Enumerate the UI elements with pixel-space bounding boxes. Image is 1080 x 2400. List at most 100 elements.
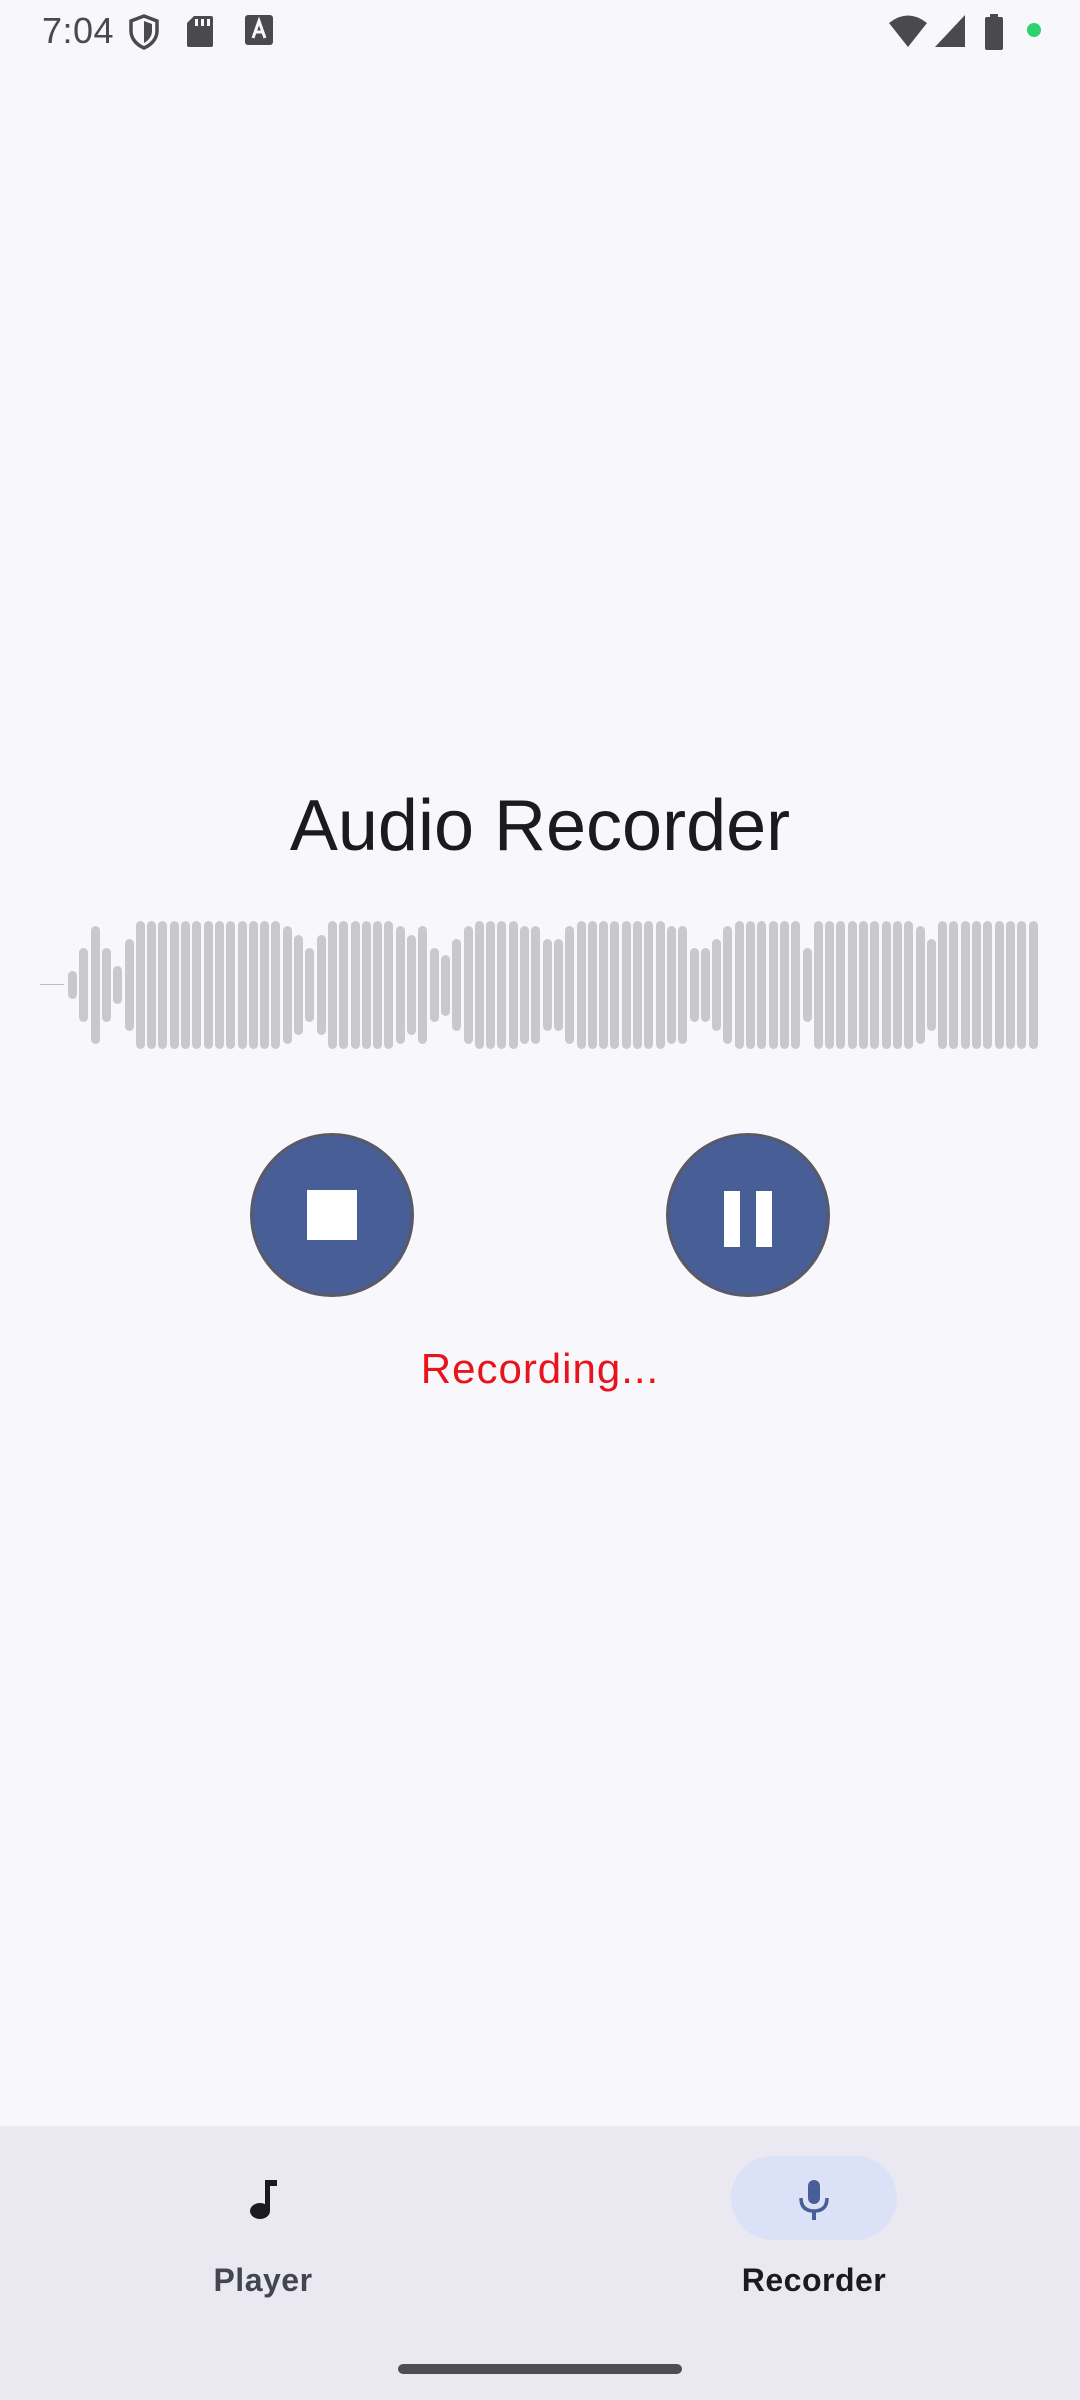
waveform-bar: [125, 939, 134, 1031]
pause-button[interactable]: [666, 1133, 830, 1297]
signal-icon: [935, 15, 965, 47]
waveform-bar: [373, 921, 382, 1049]
recording-status: Recording...: [420, 1345, 660, 1392]
waveform-bar: [68, 971, 77, 999]
waveform-bar: [723, 926, 732, 1044]
waveform-bar: [452, 939, 461, 1031]
waveform-bar: [995, 921, 1004, 1049]
waveform-bar: [656, 921, 665, 1049]
waveform-bar: [407, 935, 416, 1035]
waveform-bar: [565, 926, 574, 1044]
waveform-bar: [305, 948, 314, 1022]
waveform-bar: [181, 921, 190, 1049]
pause-icon-left-bar: [724, 1191, 740, 1247]
pause-icon-right-bar: [756, 1191, 772, 1247]
waveform-bar: [667, 926, 676, 1044]
waveform-bar: [509, 921, 518, 1049]
waveform-bar: [158, 921, 167, 1049]
waveform-bar: [271, 921, 280, 1049]
shield-icon: [129, 14, 159, 50]
waveform-bar: [497, 921, 506, 1049]
waveform-bar: [531, 926, 540, 1044]
nav-item-player[interactable]: Player: [143, 2156, 383, 2316]
waveform-bar: [1029, 921, 1038, 1049]
waveform-bar: [588, 921, 597, 1049]
waveform-bar: [283, 926, 292, 1044]
waveform-bar: [859, 921, 868, 1049]
waveform-bar: [486, 921, 495, 1049]
waveform-bar: [215, 921, 224, 1049]
waveform-bar: [836, 921, 845, 1049]
waveform-bar: [622, 921, 631, 1049]
wifi-icon: [889, 15, 927, 47]
waveform-bar: [328, 921, 337, 1049]
status-time: 7:04: [42, 10, 115, 51]
bottom-navigation: Player Recorder: [0, 2126, 1080, 2400]
waveform-bar: [791, 921, 800, 1049]
waveform-bar: [204, 921, 213, 1049]
waveform-bar: [91, 926, 100, 1044]
waveform-bar: [294, 935, 303, 1035]
waveform-bar: [362, 921, 371, 1049]
nav-label-recorder: Recorder: [741, 2262, 887, 2298]
waveform-bar: [418, 926, 427, 1044]
waveform-bar: [644, 921, 653, 1049]
waveform-bar: [916, 926, 925, 1044]
waveform-bar: [633, 921, 642, 1049]
waveform-bar: [577, 921, 586, 1049]
mic-icon: [799, 2180, 829, 2220]
waveform-bar: [870, 921, 879, 1049]
waveform-bar: [464, 926, 473, 1044]
waveform-bar: [769, 921, 778, 1049]
waveform-bar: [1017, 921, 1026, 1049]
waveform-bar: [554, 939, 563, 1031]
sd-card-icon: [187, 16, 213, 47]
waveform-bar: [249, 921, 258, 1049]
waveform-bar: [983, 921, 992, 1049]
waveform-bar: [543, 939, 552, 1031]
waveform-bar: [520, 926, 529, 1044]
waveform-bar: [893, 921, 902, 1049]
stop-button[interactable]: [250, 1133, 414, 1297]
waveform-bar: [113, 966, 122, 1004]
stop-icon: [307, 1190, 357, 1240]
waveform-bar: [147, 921, 156, 1049]
waveform-bar: [441, 955, 450, 1016]
waveform-baseline: [40, 984, 64, 985]
waveform-bar: [102, 948, 111, 1022]
waveform-bar: [972, 921, 981, 1049]
home-indicator[interactable]: [398, 2364, 682, 2374]
waveform-bar: [701, 948, 710, 1022]
waveform-bar: [848, 921, 857, 1049]
waveform-bar: [238, 921, 247, 1049]
waveform-bar: [780, 921, 789, 1049]
waveform-bar: [882, 921, 891, 1049]
nav-label-player: Player: [213, 2262, 313, 2298]
waveform-bar: [351, 921, 360, 1049]
waveform-bar: [384, 921, 393, 1049]
waveform-bar: [79, 948, 88, 1022]
waveform-bar: [949, 921, 958, 1049]
waveform-bar: [430, 948, 439, 1022]
waveform-bar: [170, 921, 179, 1049]
waveform-bar: [757, 921, 766, 1049]
waveform-bar: [396, 926, 405, 1044]
waveform-bar: [961, 921, 970, 1049]
waveform-bar: [136, 921, 145, 1049]
waveform-bar: [678, 926, 687, 1044]
waveform-bar: [690, 948, 699, 1022]
waveform-bar: [814, 921, 823, 1049]
waveform-bar: [803, 948, 812, 1022]
audio-waveform: [40, 915, 1040, 1055]
privacy-indicator-dot: [1027, 23, 1041, 37]
nav-item-recorder[interactable]: Recorder: [694, 2156, 934, 2316]
waveform-bar: [599, 921, 608, 1049]
waveform-bar: [904, 921, 913, 1049]
waveform-bar: [746, 921, 755, 1049]
waveform-bar: [735, 921, 744, 1049]
status-bar: 7:04: [0, 0, 1080, 62]
font-download-icon: [245, 15, 273, 45]
waveform-bar: [610, 921, 619, 1049]
waveform-bar: [1006, 921, 1015, 1049]
waveform-bar: [317, 935, 326, 1035]
